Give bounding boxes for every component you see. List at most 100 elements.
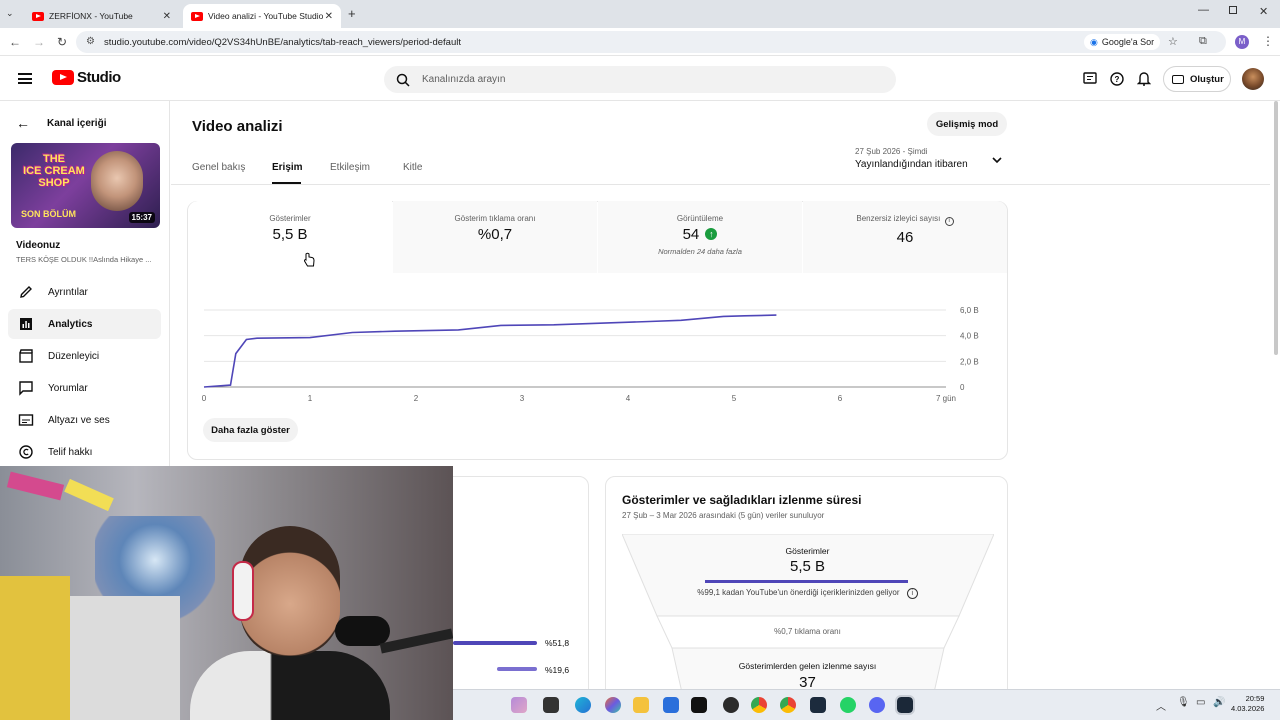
chrome-profile-icon[interactable] xyxy=(780,697,796,713)
youtube-favicon-icon xyxy=(32,11,44,21)
forward-icon[interactable]: → xyxy=(33,35,45,49)
metric-note: Normalden 24 daha fazla xyxy=(658,247,742,256)
thumbnail-title-line: SHOP xyxy=(38,177,70,189)
arrow-up-green-icon: ↑ xyxy=(705,228,718,240)
sidebar-item-copyright[interactable]: Telif hakkı xyxy=(8,437,161,467)
url-field[interactable]: ⚙ studio.youtube.com/video/Q2VS34hUnBE/a… xyxy=(76,31,1226,53)
x-tick-label: 5 xyxy=(732,394,737,403)
browser-tab-active[interactable]: Video analizi - YouTube Studio ✕ xyxy=(183,4,341,28)
info-icon[interactable]: i xyxy=(944,217,954,226)
page-scrollbar[interactable] xyxy=(1274,101,1278,355)
system-clock[interactable]: 20:59 4.03.2026 xyxy=(1231,694,1264,714)
reload-icon[interactable]: ↻ xyxy=(57,35,67,49)
taskbar-app-icon[interactable] xyxy=(543,697,559,713)
tray-overflow-icon[interactable]: ︿ xyxy=(1156,698,1166,713)
close-tab-icon[interactable]: ✕ xyxy=(325,11,333,22)
back-to-content-link[interactable]: ← Kanal içeriği xyxy=(16,115,106,131)
metric-views[interactable]: Görüntüleme 54 ↑ Normalden 24 daha fazla xyxy=(598,201,802,273)
studio-logo[interactable]: Studio xyxy=(52,69,121,86)
edge-browser-icon[interactable] xyxy=(575,697,591,713)
steam-icon[interactable] xyxy=(895,695,915,715)
metric-value: 54 xyxy=(682,226,700,243)
funnel-impressions-note-row: %99,1 kadan YouTube'un önerdiği içerikle… xyxy=(606,588,1007,599)
lens-icon: ◉ xyxy=(1090,36,1098,47)
tab-overview[interactable]: Genel bakış xyxy=(192,162,245,173)
capcut-icon[interactable] xyxy=(691,697,707,713)
channel-search-input[interactable]: Kanalınızda arayın xyxy=(384,66,896,93)
bookmark-star-icon[interactable]: ☆ xyxy=(1168,35,1178,48)
metric-value-row: 54 ↑ xyxy=(598,226,802,243)
feedback-icon[interactable] xyxy=(1083,72,1097,86)
network-icon[interactable]: ▭ xyxy=(1196,697,1205,708)
sidebar-item-label: Altyazı ve ses xyxy=(48,414,110,426)
sidebar-item-label: Analytics xyxy=(48,318,93,330)
traffic-bar xyxy=(497,667,537,671)
metric-label: Gösterim tıklama oranı xyxy=(454,214,536,223)
google-lens-button[interactable]: ◉ Google'a Sor xyxy=(1084,34,1161,50)
hamburger-menu-icon[interactable] xyxy=(18,73,32,84)
new-tab-icon[interactable]: + xyxy=(348,6,356,21)
mouse-cursor-icon xyxy=(303,252,315,267)
metric-ctr[interactable]: Gösterim tıklama oranı %0,7 xyxy=(393,201,597,273)
help-icon[interactable]: ? xyxy=(1110,72,1124,86)
sidebar-item-details[interactable]: Ayrıntılar xyxy=(8,277,161,307)
site-info-icon[interactable]: ⚙ xyxy=(86,36,95,47)
maximize-icon[interactable] xyxy=(1229,6,1237,14)
whatsapp-icon[interactable] xyxy=(840,697,856,713)
browser-tab-bar: ⌄ ZERFİONX - YouTube ✕ Video analizi - Y… xyxy=(0,0,1280,28)
tab-audience[interactable]: Kitle xyxy=(403,162,422,173)
minimize-icon[interactable]: — xyxy=(1198,4,1209,16)
chrome-icon[interactable] xyxy=(751,697,767,713)
show-more-button[interactable]: Daha fazla göster xyxy=(203,418,298,442)
sidebar-item-editor[interactable]: Düzenleyici xyxy=(8,341,161,371)
metric-label-row: Benzersiz izleyici sayısı i xyxy=(803,214,1007,226)
discord-icon[interactable] xyxy=(869,697,885,713)
close-window-icon[interactable]: ✕ xyxy=(1259,5,1268,18)
back-icon[interactable]: ← xyxy=(9,35,21,49)
advanced-mode-button[interactable]: Gelişmiş mod xyxy=(927,112,1007,136)
x-tick-label: 4 xyxy=(626,394,631,403)
x-tick-label: 1 xyxy=(308,394,313,403)
profile-avatar[interactable]: M xyxy=(1235,35,1249,49)
notifications-bell-icon[interactable] xyxy=(1137,71,1151,86)
close-tab-icon[interactable]: ✕ xyxy=(163,11,171,22)
sidebar-item-comments[interactable]: Yorumlar xyxy=(8,373,161,403)
metric-impressions[interactable]: Gösterimler 5,5 B xyxy=(188,201,392,273)
game-launcher-icon[interactable] xyxy=(810,697,826,713)
tab-search-icon[interactable]: ⌄ xyxy=(6,8,14,19)
browser-tab[interactable]: ZERFİONX - YouTube ✕ xyxy=(24,4,179,28)
x-tick-label: 0 xyxy=(202,394,207,403)
funnel-subtitle: 27 Şub – 3 Mar 2026 arasındaki (5 gün) v… xyxy=(622,511,825,520)
x-tick-label: 3 xyxy=(520,394,525,403)
browser-menu-icon[interactable]: ⋮ xyxy=(1262,34,1274,48)
volume-icon[interactable]: 🔊 xyxy=(1213,697,1225,708)
search-placeholder: Kanalınızda arayın xyxy=(422,74,506,85)
metric-unique-viewers[interactable]: Benzersiz izleyici sayısı i 46 xyxy=(803,201,1007,273)
copilot-icon[interactable] xyxy=(605,697,621,713)
y-tick-label: 0 xyxy=(960,383,965,392)
store-icon[interactable] xyxy=(663,697,679,713)
period-label: Yayınlandığından itibaren xyxy=(855,159,968,170)
taskbar-app-icon[interactable] xyxy=(511,697,527,713)
thumbnail-subtitle: SON BÖLÜM xyxy=(21,209,76,219)
video-thumbnail[interactable]: THE ICE CREAM SHOP SON BÖLÜM 15:37 xyxy=(11,143,160,228)
obs-icon[interactable] xyxy=(723,697,739,713)
period-selector[interactable]: 27 Şub 2026 - Şimdi Yayınlandığından iti… xyxy=(855,147,1005,177)
microphone-tray-icon[interactable]: 🎙 xyxy=(1177,697,1190,708)
create-button[interactable]: Oluştur xyxy=(1163,66,1231,92)
sidebar-item-label: Ayrıntılar xyxy=(48,286,88,298)
page-title: Video analizi xyxy=(192,118,283,135)
account-avatar[interactable] xyxy=(1242,68,1264,90)
tab-reach[interactable]: Erişim xyxy=(272,162,303,173)
sidebar-item-analytics[interactable]: Analytics xyxy=(8,309,161,339)
editor-clapper-icon xyxy=(19,349,33,363)
x-tick-label: 2 xyxy=(414,394,419,403)
webcam-microphone xyxy=(335,616,390,646)
sidebar-item-subtitles[interactable]: Altyazı ve ses xyxy=(8,405,161,435)
browser-tab-label: ZERFİONX - YouTube xyxy=(49,11,133,21)
tab-engagement[interactable]: Etkileşim xyxy=(330,162,370,173)
file-explorer-icon[interactable] xyxy=(633,697,649,713)
info-icon[interactable]: i xyxy=(906,588,918,599)
funnel-title: Gösterimler ve sağladıkları izlenme süre… xyxy=(622,493,862,507)
extensions-icon[interactable]: ⧉ xyxy=(1199,35,1207,48)
